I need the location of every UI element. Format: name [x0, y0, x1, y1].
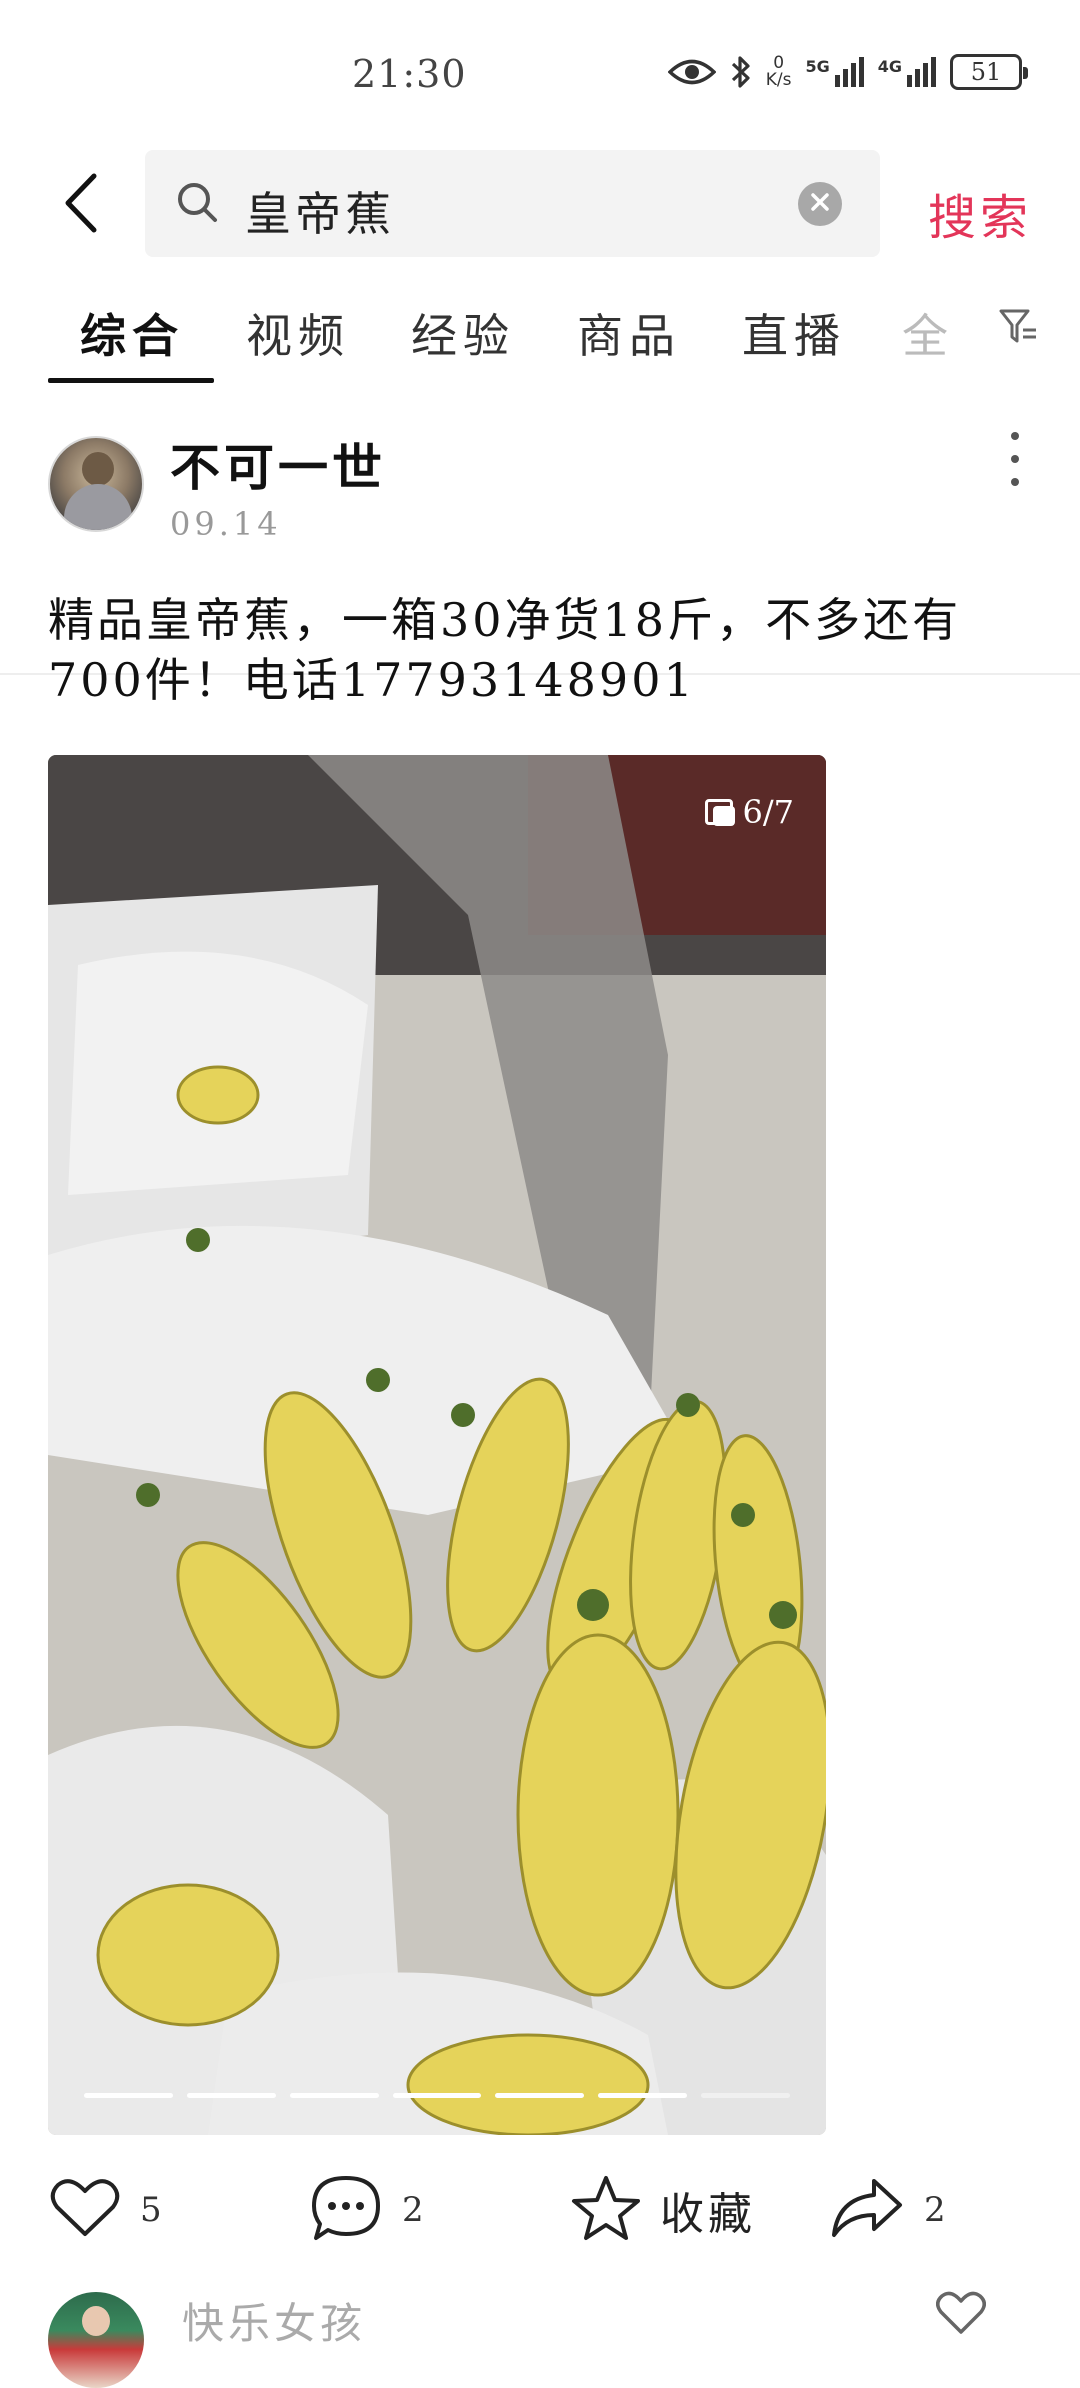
share-button[interactable]: 2 — [830, 2170, 946, 2250]
post-image-carousel[interactable]: 6/7 — [48, 755, 826, 2135]
carousel-dot — [495, 2093, 585, 2098]
author-name[interactable]: 不可一世 — [170, 428, 386, 500]
collect-label: 收藏 — [660, 2189, 756, 2240]
network-speed-unit: K/s — [765, 70, 792, 90]
gallery-stack-icon — [704, 799, 735, 826]
status-bar: 21:30 0 K/s 5G 4G 51 — [0, 0, 1080, 150]
signal-4g-icon: 4G — [878, 57, 936, 87]
comment-button[interactable]: 2 — [310, 2170, 424, 2250]
clear-icon — [810, 192, 830, 216]
comment-icon — [310, 2174, 382, 2246]
search-header: 皇帝蕉 搜索 — [0, 150, 1080, 260]
carousel-dot — [701, 2093, 791, 2098]
image-counter: 6/7 — [697, 787, 805, 837]
search-tabs: 综合 视频 经验 商品 直播 全 — [0, 290, 1080, 675]
bluetooth-icon — [730, 54, 752, 90]
status-icons: 0 K/s 5G 4G 51 — [667, 54, 1028, 90]
carousel-indicator — [84, 2093, 791, 2099]
tab-all[interactable]: 全 — [902, 300, 954, 366]
carousel-dot — [84, 2093, 173, 2098]
more-vertical-icon — [1011, 432, 1019, 486]
search-button[interactable]: 搜索 — [928, 178, 1032, 248]
post-date: 09.14 — [170, 505, 282, 543]
tab-experience[interactable]: 经验 — [411, 300, 515, 366]
post-text-line-1: 精品皇帝蕉，一箱30净货18斤，不多还有 — [48, 593, 962, 647]
heart-outline-icon — [936, 2291, 986, 2340]
heart-icon — [50, 2177, 120, 2243]
battery-level: 51 — [970, 58, 1002, 86]
author-avatar[interactable] — [48, 436, 144, 532]
chevron-left-icon — [60, 172, 100, 238]
carousel-dot — [289, 2093, 379, 2098]
search-box[interactable]: 皇帝蕉 — [145, 150, 880, 257]
signal-5g-icon: 5G — [805, 57, 864, 87]
collect-button[interactable]: 收藏 — [570, 2170, 756, 2250]
comment-like-button[interactable] — [936, 2290, 986, 2340]
signal-4g-label: 4G — [877, 57, 902, 76]
image-counter-text: 6/7 — [742, 793, 795, 831]
like-count: 5 — [140, 2190, 162, 2230]
star-icon — [570, 2174, 642, 2246]
search-icon — [175, 180, 221, 230]
tab-live[interactable]: 直播 — [742, 300, 846, 366]
status-time: 21:30 — [352, 52, 467, 96]
share-count: 2 — [924, 2190, 946, 2230]
commenter-avatar[interactable] — [48, 2292, 144, 2388]
comment-count: 2 — [402, 2190, 424, 2230]
active-tab-indicator — [48, 378, 214, 383]
banana-photo — [48, 755, 826, 2135]
filter-icon — [998, 309, 1040, 352]
carousel-dot — [186, 2093, 276, 2098]
share-icon — [830, 2177, 904, 2243]
carousel-dot — [392, 2093, 482, 2098]
battery-icon: 51 — [950, 54, 1028, 90]
eye-icon — [667, 57, 716, 87]
filter-button[interactable] — [998, 306, 1040, 352]
tab-products[interactable]: 商品 — [577, 300, 681, 366]
signal-5g-label: 5G — [805, 57, 830, 76]
post-text-line-2: 700件！电话17793148901 — [48, 653, 696, 707]
tab-video[interactable]: 视频 — [246, 300, 350, 366]
carousel-dot — [598, 2093, 688, 2098]
commenter-name[interactable]: 快乐女孩 — [182, 2290, 366, 2351]
post-body[interactable]: 精品皇帝蕉，一箱30净货18斤，不多还有 700件！电话17793148901 — [48, 590, 1038, 710]
back-button[interactable] — [52, 172, 108, 238]
clear-search-button[interactable] — [798, 182, 842, 226]
network-speed: 0 K/s — [766, 55, 792, 89]
post-actions: 5 2 收藏 2 — [0, 2170, 1080, 2250]
search-input[interactable]: 皇帝蕉 — [245, 178, 395, 244]
tab-comprehensive[interactable]: 综合 — [80, 300, 184, 366]
more-options-button[interactable] — [1000, 432, 1030, 486]
like-button[interactable]: 5 — [50, 2170, 162, 2250]
